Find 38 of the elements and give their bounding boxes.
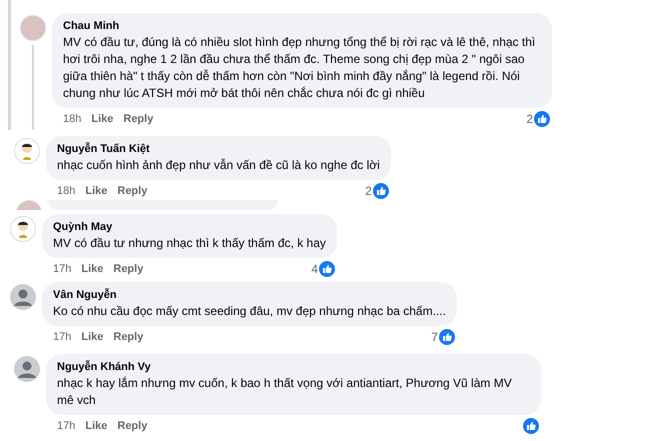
commenter-name[interactable]: Nguyễn Khánh Vy: [57, 360, 530, 375]
comment-time[interactable]: 17h: [53, 260, 72, 278]
commenter-name[interactable]: Chau Minh: [63, 19, 541, 34]
comment-text: MV có đầu tư nhưng nhạc thì k thấy thấm đc, k hay: [53, 235, 326, 252]
default-avatar-icon[interactable]: [10, 284, 36, 310]
reply-link[interactable]: Reply: [123, 110, 154, 128]
reaction-count: 7: [431, 329, 438, 346]
comment-text: nhạc cuốn hình ảnh đẹp như vẫn vấn đề cũ là ko nghe đc lời: [57, 157, 380, 174]
comment-time[interactable]: 18h: [63, 110, 82, 128]
reply-link[interactable]: Reply: [117, 182, 148, 200]
reply-link[interactable]: Reply: [113, 260, 144, 278]
commenter-name[interactable]: Quỳnh May: [53, 220, 326, 235]
comment-time[interactable]: 18h: [57, 182, 76, 200]
commenter-name[interactable]: Nguyễn Tuấn Kiệt: [57, 142, 380, 157]
comment-time[interactable]: 17h: [53, 328, 72, 346]
comment-text: Ko có nhu cầu đọc mấy cmt seeding đâu, mv đẹp nhưng nhạc ba chấm....: [53, 303, 446, 320]
reaction-count: 2: [365, 183, 372, 200]
comment-time[interactable]: 17h: [57, 418, 76, 434]
thumbs-up-icon: [534, 111, 550, 127]
thumbs-up-icon: [438, 329, 455, 345]
comment-text: MV có đầu tư, đúng là có nhiều slot hình đẹp nhưng tổng thể bị rời rạc và lê thê, nhạc thì hơi trôi nha, nghe 1 2 lần đầu chưa thể thấm đc. Theme song chị đẹp mùa 2 " ngôi sao giữa thiên hà" t thấy còn dễ thấm hơn còn "Nơi bình minh đầy nắng" là legend rồi. Nói chung như lúc ATSH mới mở bát thôi nên chắc chưa nói đc gì nhiều: [63, 34, 536, 102]
like-link[interactable]: Like: [81, 260, 104, 278]
thumbs-up-icon: [523, 418, 539, 434]
reply-link[interactable]: Reply: [113, 328, 144, 346]
thumbs-up-icon: [372, 183, 389, 199]
reaction-count: 4: [311, 261, 318, 278]
commenter-name[interactable]: Vân Nguyễn: [53, 288, 446, 303]
thumbs-up-icon: [318, 261, 335, 277]
default-avatar-icon[interactable]: [14, 356, 40, 382]
cartoon-avatar-icon[interactable]: [14, 138, 40, 164]
like-link[interactable]: Like: [85, 182, 108, 200]
cartoon-avatar-icon[interactable]: [10, 216, 36, 242]
reaction-count: 2: [526, 111, 533, 128]
reply-link[interactable]: Reply: [117, 418, 148, 434]
like-link[interactable]: Like: [91, 110, 114, 128]
comment-text: nhạc k hay lắm nhưng mv cuốn, k bao h thất vọng với antiantiart, Phương Vũ làm MV mê vch: [57, 375, 513, 409]
like-link[interactable]: Like: [81, 328, 104, 346]
like-link[interactable]: Like: [85, 418, 108, 434]
